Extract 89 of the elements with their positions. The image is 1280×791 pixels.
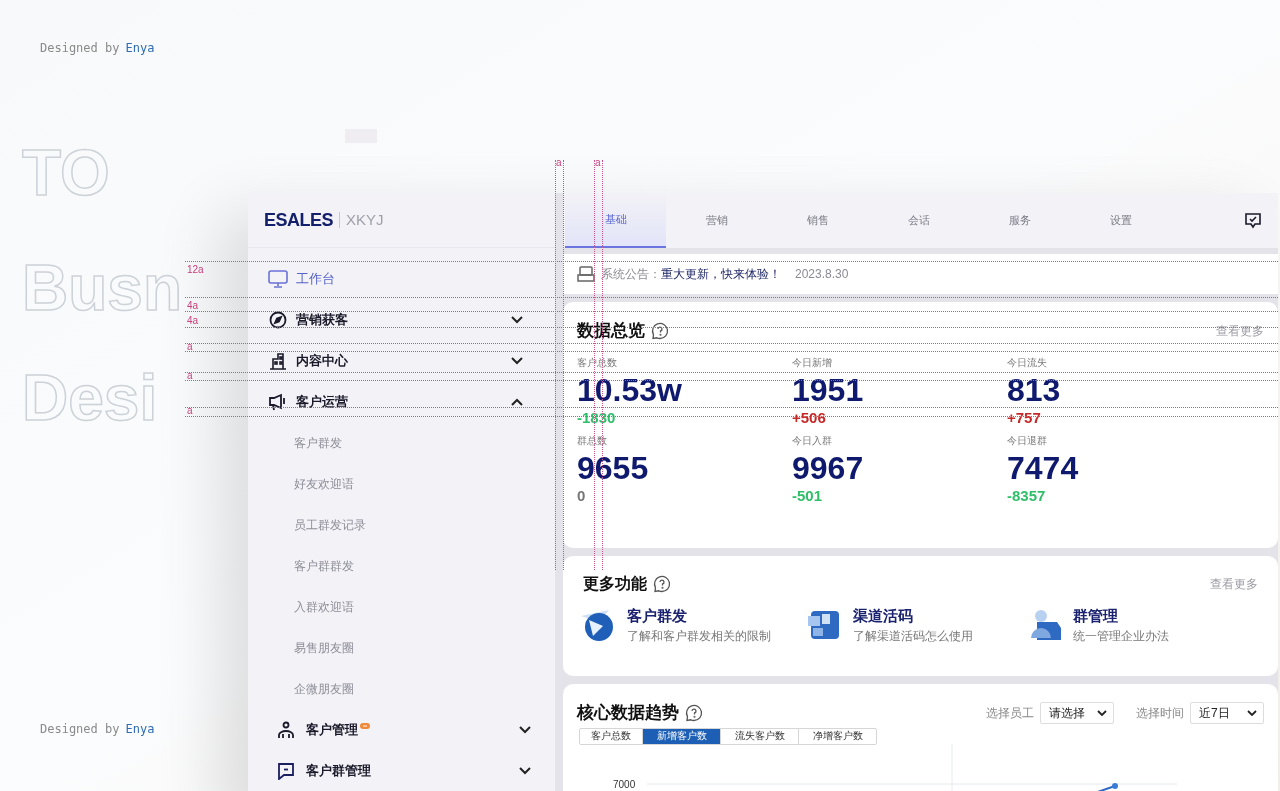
stat-delta: 0 bbox=[577, 485, 587, 506]
view-more-link[interactable]: 查看更多 bbox=[1216, 321, 1264, 340]
inbox-icon bbox=[577, 266, 595, 282]
spacing-label: a bbox=[187, 405, 193, 417]
spacing-label: a bbox=[187, 341, 193, 353]
stat-value: 1951 bbox=[792, 371, 865, 408]
stat-delta: +506 bbox=[792, 407, 827, 428]
author-name: Enya bbox=[125, 40, 155, 56]
segment-tab[interactable]: 客户总数 bbox=[580, 728, 642, 744]
view-more-link[interactable]: 查看更多 bbox=[1210, 575, 1258, 593]
credit-text: Designed by bbox=[40, 721, 120, 737]
axis-tick-label: 7000 bbox=[613, 777, 636, 791]
compass-icon bbox=[268, 310, 288, 329]
chevron-icon bbox=[1247, 709, 1257, 716]
card-title: 核心数据趋势 bbox=[577, 702, 679, 724]
spacing-label: 12a bbox=[187, 264, 204, 276]
stat-delta: -8357 bbox=[1007, 485, 1047, 506]
stat-delta: -501 bbox=[792, 485, 824, 506]
tab[interactable]: 会话 bbox=[868, 193, 969, 248]
stat-label: 今日退群 bbox=[1007, 433, 1048, 448]
feature-title[interactable]: 客户群发 bbox=[627, 606, 771, 626]
spacing-label: 4a bbox=[187, 300, 199, 312]
feature-description: 了解渠道活码怎么使用 bbox=[853, 628, 973, 645]
tab[interactable]: 营销 bbox=[666, 193, 767, 248]
sidebar-item[interactable]: 客户管理 bbox=[248, 709, 555, 750]
feature-title[interactable]: 群管理 bbox=[1073, 606, 1169, 626]
stat-value: 7474 bbox=[1007, 449, 1080, 486]
sidebar-item[interactable]: 营销获客 bbox=[248, 299, 555, 340]
author-name: Enya bbox=[125, 721, 155, 737]
help-icon[interactable] bbox=[685, 703, 703, 722]
feature-description: 了解和客户群发相关的限制 bbox=[627, 628, 771, 645]
feature-title[interactable]: 渠道活码 bbox=[853, 606, 973, 626]
sidebar-item[interactable]: 客户运营 bbox=[248, 381, 555, 422]
megaphone-icon bbox=[268, 392, 288, 411]
monitor-icon bbox=[268, 269, 288, 288]
stat-value: 10.53w bbox=[577, 371, 683, 408]
person-icon bbox=[276, 720, 296, 739]
message-check-icon[interactable] bbox=[1244, 212, 1262, 229]
sidebar-item[interactable]: 工作台 bbox=[248, 258, 555, 299]
submenu-item[interactable]: 客户群群发 bbox=[248, 545, 555, 586]
select-label: 选择员工 bbox=[986, 704, 1034, 722]
segment-tab[interactable]: 流失客户数 bbox=[720, 728, 798, 744]
logo-text: ESALES bbox=[264, 208, 334, 232]
select-label: 选择时间 bbox=[1136, 704, 1184, 722]
submenu-item[interactable]: 易售朋友圈 bbox=[248, 627, 555, 668]
chevron-icon bbox=[1097, 709, 1107, 716]
stat-value: 813 bbox=[1007, 371, 1062, 408]
stat-label: 今日流失 bbox=[1007, 355, 1048, 370]
stat-value: 9967 bbox=[792, 449, 865, 486]
people-icon bbox=[1029, 608, 1063, 642]
submenu-item[interactable]: 好友欢迎语 bbox=[248, 463, 555, 504]
chevron-icon bbox=[519, 766, 531, 775]
tab[interactable]: 销售 bbox=[767, 193, 868, 248]
submenu-item[interactable]: 企微朋友圈 bbox=[248, 668, 555, 709]
feature-description: 统一管理企业办法 bbox=[1073, 628, 1169, 645]
chevron-icon bbox=[511, 315, 523, 324]
submenu-item[interactable]: 入群欢迎语 bbox=[248, 586, 555, 627]
tab[interactable]: 设置 bbox=[1070, 193, 1171, 248]
submenu-item[interactable]: 客户群发 bbox=[248, 422, 555, 463]
submenu-item[interactable]: 员工群发记录 bbox=[248, 504, 555, 545]
chevron-icon bbox=[511, 356, 523, 365]
stat-value: 9655 bbox=[577, 449, 650, 486]
stat-label: 客户总数 bbox=[577, 355, 618, 370]
sidebar-item[interactable]: 内容中心 bbox=[248, 340, 555, 381]
stat-label: 群总数 bbox=[577, 433, 608, 448]
help-icon[interactable] bbox=[653, 575, 671, 593]
building-icon bbox=[268, 351, 288, 370]
card-title: 更多功能 bbox=[583, 574, 647, 594]
credit-text: Designed by bbox=[40, 40, 120, 56]
spacing-label: 4a bbox=[187, 315, 199, 327]
select-dropdown[interactable]: 近7日 bbox=[1190, 701, 1264, 724]
stat-label: 今日新增 bbox=[792, 355, 833, 370]
notice-label: 系统公告： bbox=[601, 266, 661, 283]
notice-date: 2023.8.30 bbox=[795, 266, 849, 283]
spacing-label: a bbox=[556, 157, 562, 169]
select-dropdown[interactable]: 请选择 bbox=[1040, 701, 1114, 724]
chat-icon bbox=[276, 761, 296, 780]
sidebar-item[interactable]: 客户群管理 bbox=[248, 750, 555, 791]
tab[interactable]: 服务 bbox=[969, 193, 1070, 248]
spacing-label: a bbox=[595, 157, 601, 169]
stat-label: 今日入群 bbox=[792, 433, 833, 448]
segment-tab[interactable]: 净增客户数 bbox=[798, 728, 876, 744]
spacing-label: a bbox=[187, 370, 193, 382]
segment-tab[interactable]: 新增客户数 bbox=[642, 728, 720, 744]
logo-subtitle: XKYJ bbox=[346, 209, 384, 230]
help-icon[interactable] bbox=[651, 321, 669, 340]
chevron-icon bbox=[519, 725, 531, 734]
chevron-icon bbox=[511, 397, 523, 406]
notice-message[interactable]: 重大更新，快来体验！ bbox=[661, 265, 781, 283]
